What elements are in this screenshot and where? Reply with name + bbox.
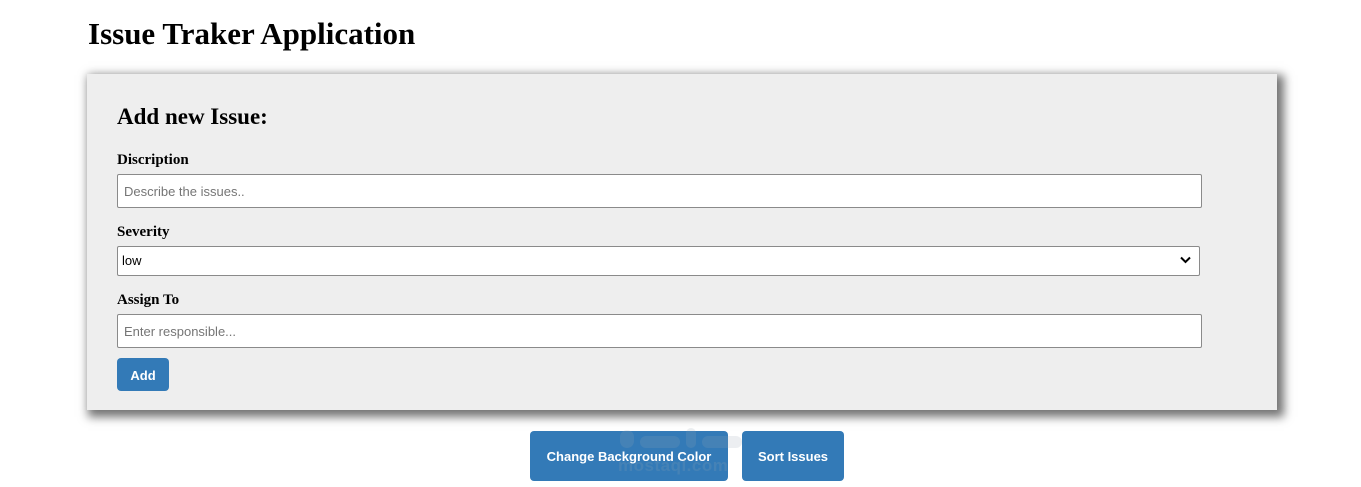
page-title: Issue Traker Application bbox=[88, 16, 416, 51]
description-input[interactable] bbox=[117, 174, 1202, 208]
change-background-color-button[interactable]: Change Background Color bbox=[530, 431, 728, 481]
description-label: Discription bbox=[117, 152, 189, 168]
assign-to-input[interactable] bbox=[117, 314, 1202, 348]
chevron-down-icon bbox=[1180, 256, 1191, 264]
page: Issue Traker Application Add new Issue: … bbox=[0, 0, 1361, 487]
sort-issues-button[interactable]: Sort Issues bbox=[742, 431, 844, 481]
severity-select[interactable]: low bbox=[117, 246, 1200, 276]
add-button[interactable]: Add bbox=[117, 358, 169, 391]
form-heading: Add new Issue: bbox=[117, 104, 268, 129]
severity-label: Severity bbox=[117, 224, 170, 240]
severity-selected-value: low bbox=[122, 253, 142, 268]
assign-to-label: Assign To bbox=[117, 292, 180, 308]
add-issue-form: Add new Issue: Discription Severity low … bbox=[87, 74, 1277, 410]
